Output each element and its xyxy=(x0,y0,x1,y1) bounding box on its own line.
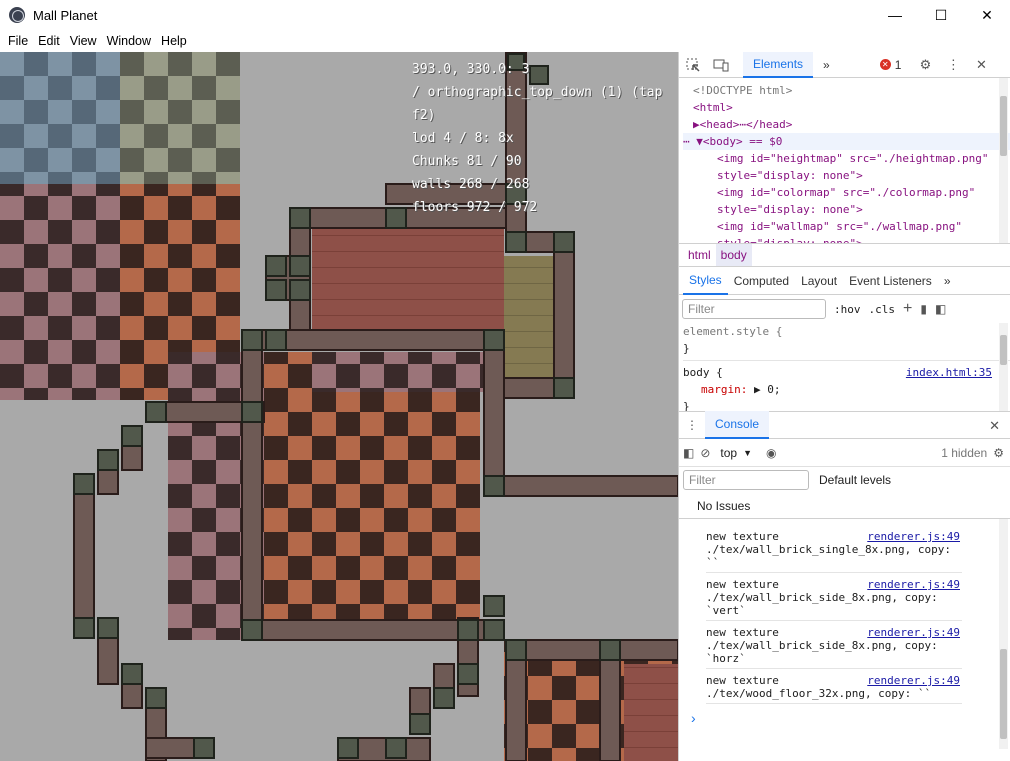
tab-elements[interactable]: Elements xyxy=(743,51,814,78)
debug-hud: 393.0, 330.0: 3 / orthographic_top_down … xyxy=(412,58,678,219)
console-prompt[interactable]: › xyxy=(679,704,1010,726)
tab-layout[interactable]: Layout xyxy=(795,267,843,295)
clear-console-icon[interactable]: ⊘ xyxy=(700,446,710,460)
console-toolbar: ◧ ⊘ top ▼ ◉ 1 hidden ⚙ xyxy=(679,439,1010,467)
dom-doctype[interactable]: <!DOCTYPE html> xyxy=(693,82,1010,99)
chevron-down-icon[interactable]: ▼ xyxy=(743,448,752,458)
game-viewport[interactable]: 393.0, 330.0: 3 / orthographic_top_down … xyxy=(0,52,678,761)
issues-bar: No Issues xyxy=(679,493,1010,519)
dom-tree[interactable]: <!DOCTYPE html> <html> ▶<head>⋯</head> ⋯… xyxy=(679,78,1010,243)
breadcrumb-body[interactable]: body xyxy=(715,244,752,266)
styles-tabs: Styles Computed Layout Event Listeners » xyxy=(679,267,1010,295)
console-sidebar-icon[interactable]: ◧ xyxy=(683,446,694,460)
settings-gear-icon[interactable]: ⚙ xyxy=(911,52,939,78)
element-style-close: } xyxy=(683,342,690,355)
live-expression-eye-icon[interactable]: ◉ xyxy=(766,446,776,460)
context-select[interactable]: top xyxy=(720,446,737,460)
hud-floors: floors 972 / 972 xyxy=(412,200,538,215)
error-count: 1 xyxy=(894,57,902,72)
console-messages: new texture renderer.js:49 ./tex/wall_br… xyxy=(679,519,1010,749)
devtools-panel: Elements » ✕ 1 ⚙ ⋮ ✕ <!DOCTYPE html> <ht… xyxy=(678,51,1010,761)
console-settings-gear-icon[interactable]: ⚙ xyxy=(993,446,1004,460)
body-rule-source[interactable]: index.html:35 xyxy=(906,364,992,381)
menu-file[interactable]: File xyxy=(3,34,33,48)
margin-property[interactable]: margin: xyxy=(701,383,747,396)
console-entry: new texture renderer.js:49 ./tex/wall_br… xyxy=(706,525,962,573)
paint-brush-icon[interactable]: ▮ xyxy=(920,302,927,316)
hud-walls: walls 268 / 268 xyxy=(412,177,530,192)
styles-filter-row: Filter :hov .cls + ▮ ◧ xyxy=(679,295,1010,323)
tab-more[interactable]: » xyxy=(813,52,840,78)
close-console-icon[interactable]: ✕ xyxy=(989,418,1000,434)
menu-help[interactable]: Help xyxy=(156,34,192,48)
hov-toggle[interactable]: :hov xyxy=(834,303,861,316)
dom-img-heightmap[interactable]: <img id="heightmap" src="./heightmap.png… xyxy=(693,150,1010,167)
console-entry: new texture renderer.js:49 ./tex/wall_br… xyxy=(706,573,962,621)
device-toggle-icon[interactable] xyxy=(707,52,735,78)
new-rule-icon[interactable]: + xyxy=(903,300,912,318)
menu-window[interactable]: Window xyxy=(102,34,156,48)
inspect-element-icon[interactable] xyxy=(679,52,707,78)
console-header: ⋮ Console ✕ xyxy=(679,411,1010,439)
dom-img-wallmap[interactable]: <img id="wallmap" src="./wallmap.png" xyxy=(693,218,1010,235)
dom-img-colormap-style[interactable]: style="display: none"> xyxy=(693,201,1010,218)
console-entry-source[interactable]: renderer.js:49 xyxy=(867,626,960,639)
body-rule-selector[interactable]: body { xyxy=(683,366,723,379)
menu-edit[interactable]: Edit xyxy=(33,34,65,48)
breadcrumb: html body xyxy=(679,243,1010,267)
margin-value[interactable]: ▶ 0; xyxy=(754,383,781,396)
default-levels-dropdown[interactable]: Default levels xyxy=(819,473,891,487)
styles-filter-input[interactable]: Filter xyxy=(682,299,826,319)
dom-img-wallmap-style[interactable]: style="display: none"> xyxy=(693,235,1010,243)
tab-event-listeners[interactable]: Event Listeners xyxy=(843,267,938,295)
close-devtools-icon[interactable]: ✕ xyxy=(967,52,995,78)
minimize-button[interactable]: — xyxy=(872,0,918,30)
styles-scrollbar[interactable] xyxy=(999,323,1008,411)
sidebar-toggle-icon[interactable]: ◧ xyxy=(935,302,946,316)
error-icon: ✕ xyxy=(879,59,891,70)
console-entry-source[interactable]: renderer.js:49 xyxy=(867,530,960,543)
app-icon xyxy=(9,7,25,23)
console-scrollbar[interactable] xyxy=(999,519,1008,749)
cls-toggle[interactable]: .cls xyxy=(869,303,896,316)
console-menu-icon[interactable]: ⋮ xyxy=(679,418,705,432)
no-issues-text[interactable]: No Issues xyxy=(697,499,750,513)
console-entry-source[interactable]: renderer.js:49 xyxy=(867,578,960,591)
hud-chunks: Chunks 81 / 90 xyxy=(412,154,522,169)
close-button[interactable]: ✕ xyxy=(964,0,1010,30)
more-options-icon[interactable]: ⋮ xyxy=(939,52,967,78)
console-entry-source[interactable]: renderer.js:49 xyxy=(867,674,960,687)
console-entry: new texture renderer.js:49 ./tex/wood_fl… xyxy=(706,669,962,704)
devtools-toolbar: Elements » ✕ 1 ⚙ ⋮ ✕ xyxy=(679,51,1010,78)
tab-console[interactable]: Console xyxy=(705,411,770,439)
dom-head[interactable]: ▶<head>⋯</head> xyxy=(693,116,1010,133)
window-title: Mall Planet xyxy=(33,7,98,23)
tab-styles-more[interactable]: » xyxy=(938,267,957,295)
hidden-count[interactable]: 1 hidden xyxy=(941,446,987,460)
element-style-selector[interactable]: element.style { xyxy=(683,323,1010,340)
console-filter-input[interactable]: Filter xyxy=(683,470,809,490)
dom-body[interactable]: ⋯ ▼<body> == $0 xyxy=(683,133,1010,150)
body-rule-close: } xyxy=(683,400,690,411)
tab-styles[interactable]: Styles xyxy=(683,267,728,295)
dom-html[interactable]: <html> xyxy=(693,99,1010,116)
hud-camera: / orthographic_top_down (1) (tap f2) xyxy=(412,85,663,123)
breadcrumb-html[interactable]: html xyxy=(683,244,716,266)
error-counter[interactable]: ✕ 1 xyxy=(879,57,902,72)
menu-bar: File Edit View Window Help xyxy=(0,30,1010,52)
styles-pane: element.style { } body { index.html:35 m… xyxy=(679,323,1010,411)
dom-img-heightmap-style[interactable]: style="display: none"> xyxy=(693,167,1010,184)
maximize-button[interactable]: ☐ xyxy=(918,0,964,30)
tab-computed[interactable]: Computed xyxy=(728,267,795,295)
console-filter-row: Filter Default levels xyxy=(679,467,1010,493)
dom-scrollbar[interactable] xyxy=(999,78,1008,243)
menu-view[interactable]: View xyxy=(65,34,102,48)
dom-img-colormap[interactable]: <img id="colormap" src="./colormap.png" xyxy=(693,184,1010,201)
hud-lod: lod 4 / 8: 8x xyxy=(412,131,514,146)
console-entry: new texture renderer.js:49 ./tex/wall_br… xyxy=(706,621,962,669)
hud-coords: 393.0, 330.0: 3 xyxy=(412,62,530,77)
title-bar: Mall Planet — ☐ ✕ xyxy=(0,0,1010,30)
